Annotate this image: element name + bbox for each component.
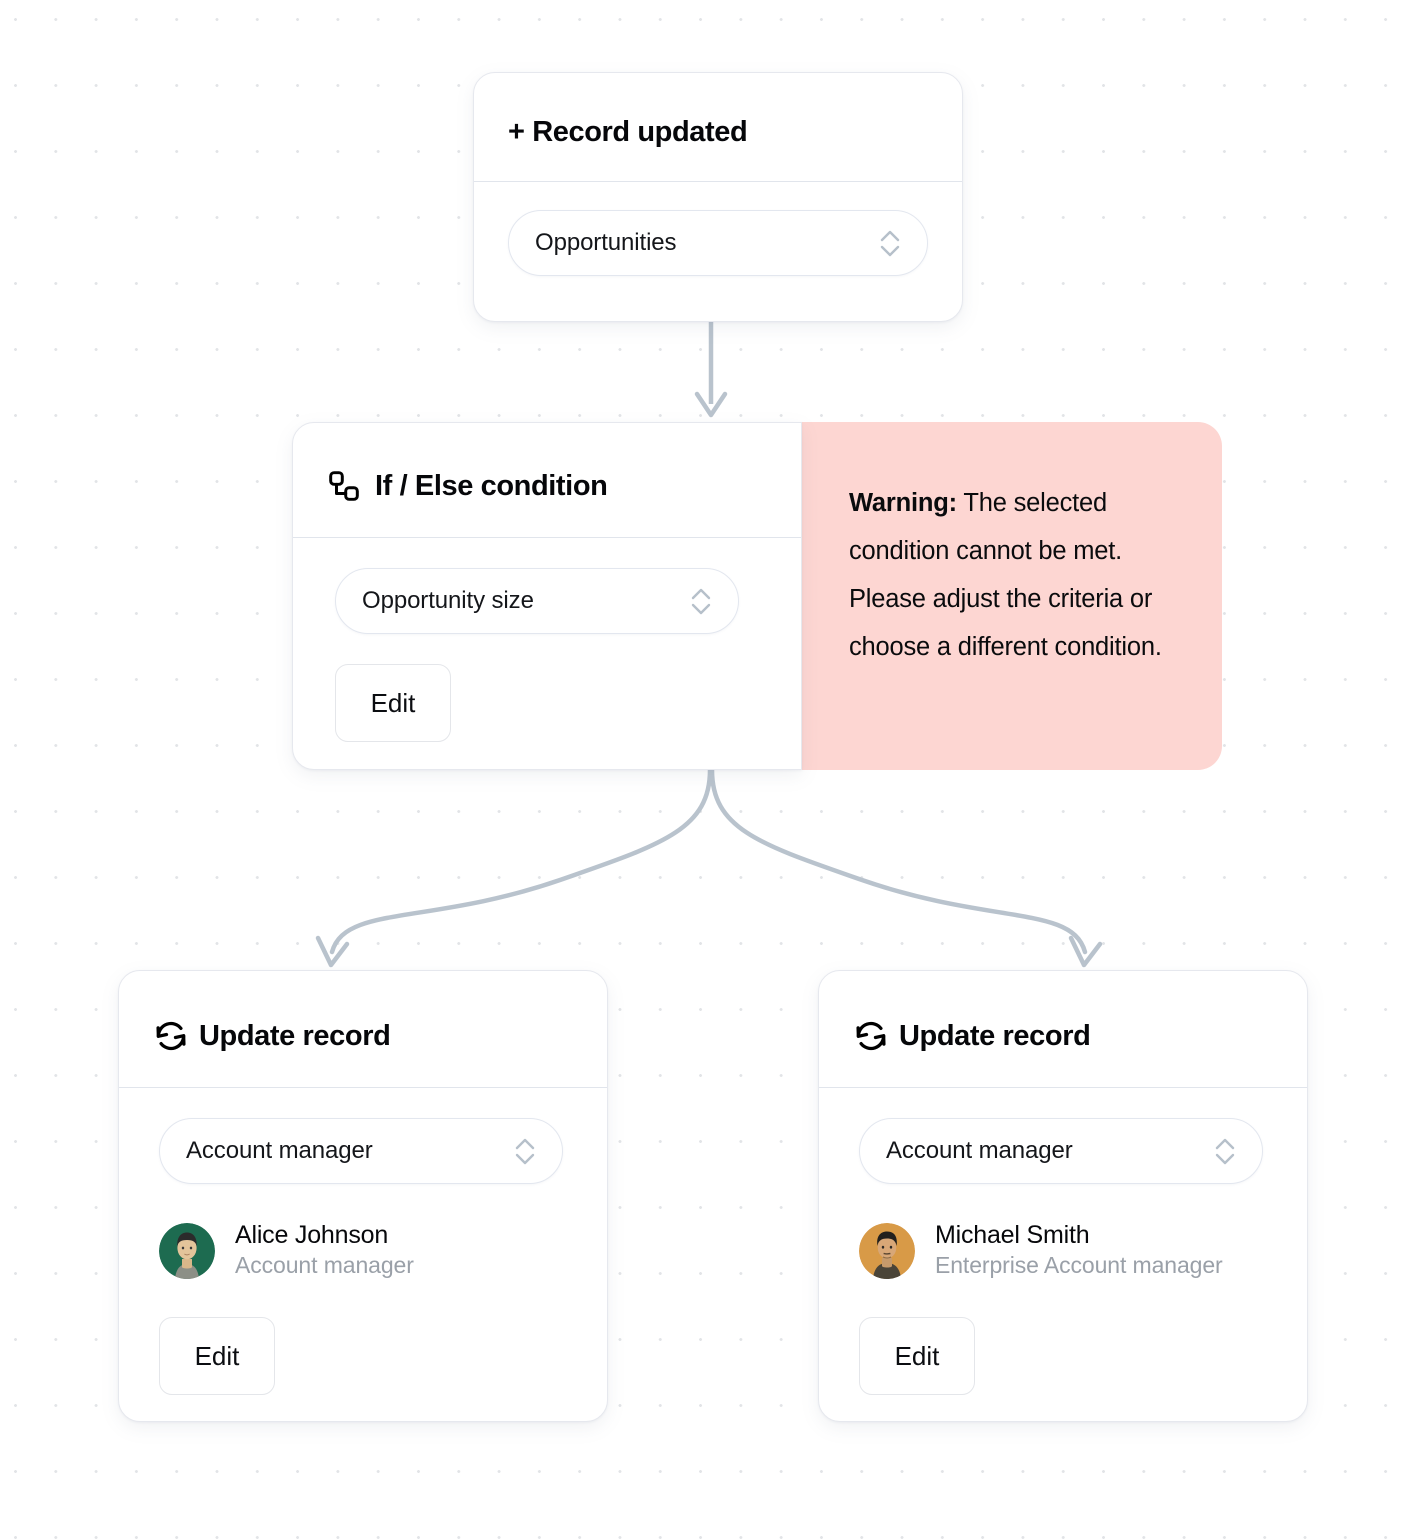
chevron-updown-icon xyxy=(877,224,903,262)
node-update-record-left-title: Update record xyxy=(199,1019,391,1052)
update-field-select-left[interactable]: Account manager xyxy=(159,1118,563,1184)
record-type-select[interactable]: Opportunities xyxy=(508,210,928,276)
node-record-updated-title: + Record updated xyxy=(508,115,748,148)
node-if-else-condition-body: Opportunity size Edit xyxy=(293,538,801,776)
warning-message: Warning: The selected condition cannot b… xyxy=(849,480,1182,672)
node-if-else-condition-title: If / Else condition xyxy=(375,469,608,502)
assignee-info-left: Alice Johnson Account manager xyxy=(235,1220,414,1281)
assignee-row-left: Alice Johnson Account manager xyxy=(159,1220,573,1281)
assignee-name-left: Alice Johnson xyxy=(235,1221,389,1249)
node-record-updated-body: Opportunities xyxy=(474,182,962,310)
record-type-select-value: Opportunities xyxy=(535,229,677,256)
node-update-record-left-body: Account manager Alice Johnson Account ma… xyxy=(119,1088,607,1429)
warning-panel: Warning: The selected condition cannot b… xyxy=(801,422,1222,770)
connector-condition-to-update-right xyxy=(709,767,1103,968)
assignee-name-right: Michael Smith xyxy=(935,1221,1090,1249)
node-if-else-condition-header: If / Else condition xyxy=(293,423,801,517)
update-field-select-left-value: Account manager xyxy=(186,1137,373,1164)
chevron-updown-icon xyxy=(512,1132,538,1170)
node-update-record-left[interactable]: Update record Account manager Alice John… xyxy=(118,970,608,1422)
update-field-select-right[interactable]: Account manager xyxy=(859,1118,1263,1184)
warning-label: Warning: xyxy=(849,489,957,517)
assignee-role-right: Enterprise Account manager xyxy=(935,1252,1223,1279)
condition-field-select[interactable]: Opportunity size xyxy=(335,568,739,634)
node-update-record-right[interactable]: Update record Account manager Michael Sm… xyxy=(818,970,1308,1422)
node-update-record-right-title: Update record xyxy=(899,1019,1091,1052)
update-edit-button-right[interactable]: Edit xyxy=(859,1317,975,1396)
avatar-alice-johnson xyxy=(159,1222,215,1279)
assignee-info-right: Michael Smith Enterprise Account manager xyxy=(935,1220,1223,1281)
assignee-row-right: Michael Smith Enterprise Account manager xyxy=(859,1220,1273,1281)
assignee-role-left: Account manager xyxy=(235,1252,414,1279)
node-update-record-right-header: Update record xyxy=(819,971,1307,1067)
connector-condition-to-update-left xyxy=(315,767,713,968)
refresh-icon xyxy=(853,1018,889,1054)
refresh-icon xyxy=(153,1018,189,1054)
node-record-updated[interactable]: + Record updated Opportunities xyxy=(473,72,963,322)
condition-edit-button[interactable]: Edit xyxy=(335,664,451,742)
chevron-updown-icon xyxy=(1212,1132,1238,1170)
node-record-updated-header: + Record updated xyxy=(474,73,962,161)
node-if-else-condition[interactable]: If / Else condition Opportunity size Edi… xyxy=(292,422,802,770)
node-update-record-left-header: Update record xyxy=(119,971,607,1067)
branch-condition-icon xyxy=(327,469,361,503)
connector-trigger-to-condition xyxy=(694,322,728,418)
condition-field-select-value: Opportunity size xyxy=(362,587,534,614)
update-edit-button-left[interactable]: Edit xyxy=(159,1317,275,1396)
avatar-michael-smith xyxy=(859,1222,915,1279)
chevron-updown-icon xyxy=(688,582,714,620)
node-update-record-right-body: Account manager Michael Smith Enterprise… xyxy=(819,1088,1307,1429)
update-field-select-right-value: Account manager xyxy=(886,1137,1073,1164)
